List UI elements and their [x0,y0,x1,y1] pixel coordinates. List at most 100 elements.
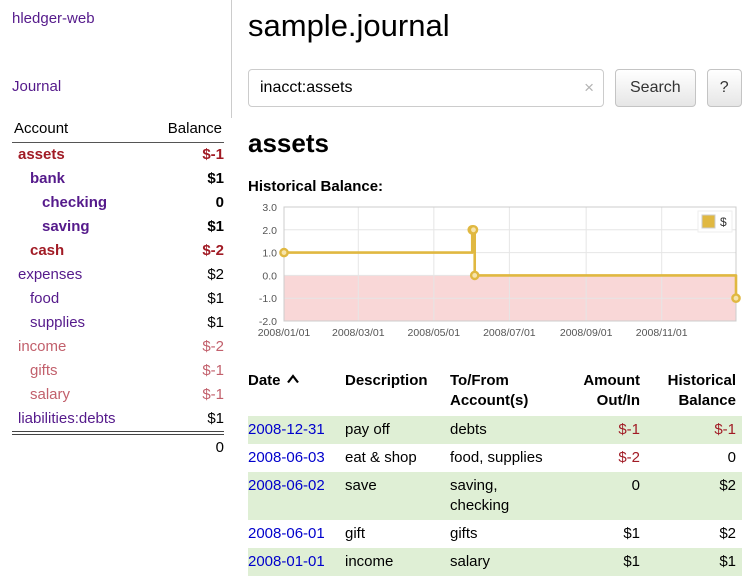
account-balance: $-2 [148,239,224,263]
help-button[interactable]: ? [707,69,742,107]
account-balance: $-1 [148,359,224,383]
account-heading: assets [248,128,742,159]
account-balance: $2 [148,263,224,287]
svg-text:2.0: 2.0 [262,225,277,237]
account-link[interactable]: supplies [30,314,85,331]
accounts-header-balance: Balance [148,116,224,143]
transaction-description: save [345,472,450,520]
clear-search-icon[interactable]: × [584,78,594,98]
account-link[interactable]: income [18,338,66,355]
transaction-amount: $-2 [556,444,646,472]
register-header-accounts: To/From Account(s) [450,368,556,416]
account-link[interactable]: gifts [30,362,58,379]
svg-text:2008/11/01: 2008/11/01 [636,327,688,339]
svg-text:2008/07/01: 2008/07/01 [483,327,536,339]
account-balance: $1 [148,407,224,433]
transaction-description: eat & shop [345,444,450,472]
register-header-description: Description [345,368,450,416]
account-row: supplies $1 [12,311,224,335]
transaction-accounts: debts [450,416,556,444]
register-row: 2008-06-01 gift gifts $1 $2 [248,520,742,548]
transaction-balance: $2 [646,520,742,548]
account-link[interactable]: assets [18,146,65,163]
account-link[interactable]: salary [30,386,70,403]
account-balance: $-1 [148,383,224,407]
register-table-body: 2008-12-31 pay off debts $-1 $-1 2008-06… [248,416,742,576]
svg-text:$: $ [720,215,727,229]
svg-text:3.0: 3.0 [262,202,277,214]
transaction-balance: $2 [646,472,742,520]
sort-ascending-icon [286,374,300,384]
date-header-label: Date [248,372,281,389]
register-table: Date Description To/From Account(s) Amou… [248,368,742,576]
accounts-total-spacer [12,433,148,460]
app-title-link[interactable]: hledger-web [12,10,95,27]
svg-text:1.0: 1.0 [262,248,277,260]
transaction-accounts: salary [450,548,556,576]
page-title: sample.journal [248,8,742,44]
main-content: sample.journal × Search ? assets Histori… [248,0,742,576]
svg-text:0.0: 0.0 [262,270,277,282]
accounts-table-body: assets $-1 bank $1 checking 0 saving $1 … [12,143,224,434]
account-balance: $-1 [148,143,224,168]
accounts-header-row: Account Balance [12,116,224,143]
transaction-amount: $1 [556,520,646,548]
transaction-description: income [345,548,450,576]
account-link[interactable]: bank [30,170,65,187]
transaction-accounts: gifts [450,520,556,548]
register-header-date[interactable]: Date [248,368,345,416]
account-row: cash $-2 [12,239,224,263]
accounts-table: Account Balance assets $-1 bank $1 check… [12,116,224,460]
svg-text:2008/01/01: 2008/01/01 [258,327,311,339]
account-balance: $1 [148,215,224,239]
account-link[interactable]: food [30,290,59,307]
register-row: 2008-01-01 income salary $1 $1 [248,548,742,576]
search-box: × [248,69,604,107]
transaction-description: gift [345,520,450,548]
search-button[interactable]: Search [615,69,696,107]
sidebar-item-journal[interactable]: Journal [12,78,61,95]
transaction-amount: $1 [556,548,646,576]
account-link[interactable]: liabilities:debts [18,410,116,427]
account-balance: $-2 [148,335,224,359]
account-balance: 0 [148,191,224,215]
account-link[interactable]: checking [42,194,107,211]
transaction-date-link[interactable]: 2008-06-02 [248,477,325,494]
svg-text:2008/05/01: 2008/05/01 [408,327,461,339]
svg-text:-1.0: -1.0 [259,293,277,305]
sidebar: hledger-web Journal Account Balance asse… [0,0,236,470]
transaction-date-link[interactable]: 2008-06-03 [248,449,325,466]
accounts-header-account: Account [12,116,148,143]
historical-balance-chart: 3.02.01.00.0-1.0-2.02008/01/012008/03/01… [248,201,742,349]
search-row: × Search ? [248,69,742,107]
transaction-date-link[interactable]: 2008-12-31 [248,421,325,438]
chart-section-label: Historical Balance: [248,178,742,195]
register-header-amount: Amount Out/In [556,368,646,416]
transaction-balance: $1 [646,548,742,576]
account-row: expenses $2 [12,263,224,287]
svg-text:2008/03/01: 2008/03/01 [332,327,385,339]
account-balance: $1 [148,167,224,191]
account-row: gifts $-1 [12,359,224,383]
accounts-total-balance: 0 [148,433,224,460]
account-row: salary $-1 [12,383,224,407]
register-row: 2008-06-02 save saving, checking 0 $2 [248,472,742,520]
account-balance: $1 [148,287,224,311]
accounts-total-row: 0 [12,433,224,460]
transaction-description: pay off [345,416,450,444]
account-link[interactable]: cash [30,242,64,259]
sidebar-nav: Journal [12,28,224,96]
account-link[interactable]: expenses [18,266,82,283]
account-row: checking 0 [12,191,224,215]
account-row: saving $1 [12,215,224,239]
transaction-amount: 0 [556,472,646,520]
transaction-date-link[interactable]: 2008-06-01 [248,525,325,542]
account-row: assets $-1 [12,143,224,168]
transaction-balance: 0 [646,444,742,472]
account-link[interactable]: saving [42,218,90,235]
search-input[interactable] [248,69,604,107]
account-row: bank $1 [12,167,224,191]
register-row: 2008-12-31 pay off debts $-1 $-1 [248,416,742,444]
register-row: 2008-06-03 eat & shop food, supplies $-2… [248,444,742,472]
transaction-date-link[interactable]: 2008-01-01 [248,553,325,570]
